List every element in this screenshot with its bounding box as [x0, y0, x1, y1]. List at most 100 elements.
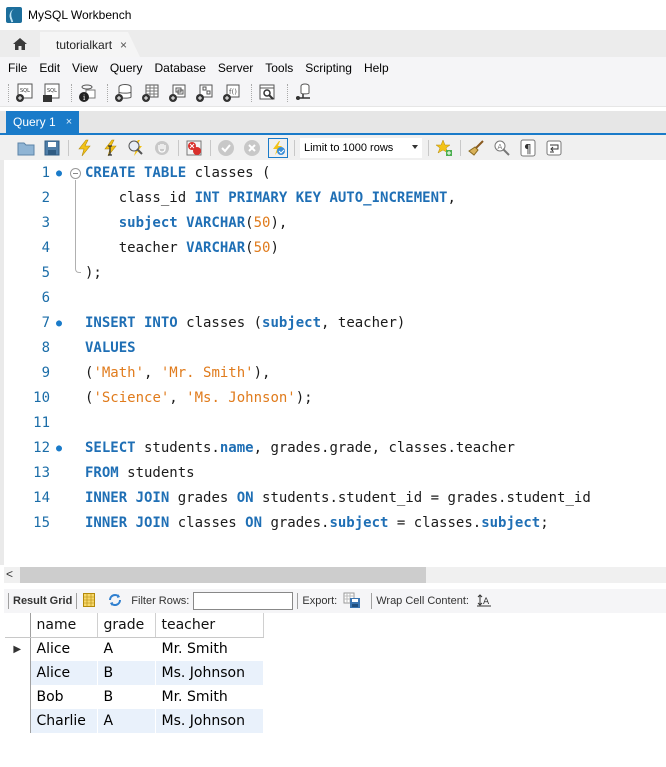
create-procedure-icon[interactable]	[193, 82, 215, 104]
home-tab[interactable]	[0, 30, 40, 57]
connection-tab[interactable]: tutorialkart ×	[40, 32, 140, 57]
code-token: , teacher)	[321, 315, 406, 331]
toggle-error-icon[interactable]	[184, 138, 204, 158]
toolbar-separator	[297, 593, 299, 609]
code-token: );	[295, 390, 313, 406]
wrap-icon[interactable]	[544, 138, 564, 158]
autocommit-icon[interactable]	[268, 138, 288, 158]
code-line[interactable]: 10 ('Science', 'Ms. Johnson');	[4, 386, 664, 411]
menu-database[interactable]: Database	[149, 61, 212, 75]
stop-icon[interactable]	[152, 138, 172, 158]
column-header-name[interactable]: name	[30, 613, 98, 638]
code-line[interactable]: 14 INNER JOIN grades ON students.student_…	[4, 486, 664, 511]
rollback-icon[interactable]	[242, 138, 262, 158]
fold-toggle-icon[interactable]	[70, 168, 81, 179]
code-line[interactable]: 8 VALUES	[4, 336, 664, 361]
table-cell-teacher[interactable]: Mr. Smith	[155, 637, 264, 661]
menu-file[interactable]: File	[2, 61, 33, 75]
code-line[interactable]: 13 FROM students	[4, 461, 664, 486]
find-icon[interactable]: A	[492, 138, 512, 158]
table-row[interactable]: ▶ Alice A Mr. Smith	[5, 637, 264, 661]
menu-view[interactable]: View	[66, 61, 104, 75]
code-line[interactable]: 5);	[4, 261, 664, 286]
toolbar-separator	[107, 83, 108, 102]
query-tab[interactable]: Query 1 ×	[6, 111, 80, 133]
row-header[interactable]: ▶	[5, 637, 31, 661]
execute-current-icon[interactable]	[100, 138, 120, 158]
menu-edit[interactable]: Edit	[33, 61, 66, 75]
table-cell-name[interactable]: Charlie	[30, 709, 98, 733]
code-line[interactable]: 2 class_id INT PRIMARY KEY AUTO_INCREMEN…	[4, 186, 664, 211]
search-table-data-icon[interactable]	[256, 82, 278, 104]
code-line[interactable]: 9 ('Math', 'Mr. Smith'),	[4, 361, 664, 386]
result-grid-label[interactable]: Result Grid	[13, 595, 72, 607]
table-row[interactable]: Alice B Ms. Johnson	[5, 661, 264, 685]
code-line[interactable]: 7 ● INSERT INTO classes (subject, teacher)	[4, 311, 664, 336]
menu-help[interactable]: Help	[358, 61, 395, 75]
create-schema-icon[interactable]	[112, 82, 134, 104]
code-line[interactable]: 4 teacher VARCHAR(50)	[4, 236, 664, 261]
row-header[interactable]	[5, 709, 31, 733]
new-sql-tab-icon[interactable]: SQL	[13, 82, 35, 104]
open-sql-script-icon[interactable]: SQL	[40, 82, 62, 104]
close-icon[interactable]: ×	[66, 116, 72, 128]
row-header[interactable]	[5, 685, 31, 709]
save-icon[interactable]	[42, 138, 62, 158]
menu-server[interactable]: Server	[212, 61, 259, 75]
code-text: INSERT INTO classes (subject, teacher)	[85, 311, 405, 336]
filter-rows-input[interactable]	[193, 592, 294, 610]
table-cell-grade[interactable]: A	[97, 709, 156, 733]
code-token: (	[245, 215, 254, 231]
open-folder-icon[interactable]	[16, 138, 36, 158]
table-row[interactable]: Charlie A Ms. Johnson	[5, 709, 264, 733]
explain-icon[interactable]	[126, 138, 146, 158]
close-icon[interactable]: ×	[120, 38, 127, 52]
invisible-chars-icon[interactable]: ¶	[518, 138, 538, 158]
scrollbar-thumb[interactable]	[20, 567, 426, 583]
column-header-teacher[interactable]: teacher	[155, 613, 264, 638]
inspector-icon[interactable]: i	[76, 82, 98, 104]
table-cell-grade[interactable]: A	[97, 637, 156, 661]
execute-icon[interactable]	[74, 138, 94, 158]
commit-icon[interactable]	[216, 138, 236, 158]
table-cell-name[interactable]: Bob	[30, 685, 98, 709]
menu-tools[interactable]: Tools	[259, 61, 299, 75]
code-line[interactable]: 11	[4, 411, 664, 436]
table-cell-grade[interactable]: B	[97, 685, 156, 709]
scroll-left-icon[interactable]: <	[6, 567, 13, 581]
create-table-icon[interactable]	[139, 82, 161, 104]
code-line[interactable]: 15 INNER JOIN classes ON grades.subject =…	[4, 511, 664, 536]
column-header-grade[interactable]: grade	[97, 613, 156, 638]
create-view-icon[interactable]	[166, 82, 188, 104]
code-token: ,	[144, 365, 161, 381]
row-header[interactable]	[5, 661, 31, 685]
table-row[interactable]: Bob B Mr. Smith	[5, 685, 264, 709]
code-line[interactable]: 3 subject VARCHAR(50),	[4, 211, 664, 236]
add-snippet-icon[interactable]	[434, 138, 454, 158]
form-editor-icon[interactable]	[83, 592, 96, 610]
export-icon[interactable]	[343, 592, 361, 611]
result-grid: name grade teacher ▶ Alice A Mr. Smith Alice…	[5, 613, 264, 733]
menu-scripting[interactable]: Scripting	[299, 61, 358, 75]
limit-rows-select[interactable]: Limit to 1000 rows	[300, 138, 422, 158]
table-cell-name[interactable]: Alice	[30, 661, 98, 685]
code-line[interactable]: 6	[4, 286, 664, 311]
code-line[interactable]: 1 ● CREATE TABLE classes (	[4, 161, 664, 186]
table-cell-teacher[interactable]: Mr. Smith	[155, 685, 264, 709]
table-cell-teacher[interactable]: Ms. Johnson	[155, 661, 264, 685]
beautify-icon[interactable]	[466, 138, 486, 158]
sql-editor[interactable]: 1 ● CREATE TABLE classes (2 class_id INT P…	[0, 160, 666, 565]
table-cell-grade[interactable]: B	[97, 661, 156, 685]
toolbar-separator	[460, 140, 461, 156]
code-token: ),	[253, 365, 271, 381]
menu-query[interactable]: Query	[104, 61, 149, 75]
wrap-cell-content-icon[interactable]: A	[476, 593, 491, 610]
table-cell-name[interactable]: Alice	[30, 637, 98, 661]
code-line[interactable]: 12 ● SELECT students.name, grades.grade, c…	[4, 436, 664, 461]
limit-rows-value: Limit to 1000 rows	[304, 142, 394, 154]
reconnect-icon[interactable]	[292, 82, 314, 104]
table-cell-teacher[interactable]: Ms. Johnson	[155, 709, 264, 733]
create-function-icon[interactable]: f()	[220, 82, 242, 104]
refresh-icon[interactable]	[107, 593, 123, 610]
editor-horizontal-scrollbar[interactable]: <	[4, 567, 666, 583]
